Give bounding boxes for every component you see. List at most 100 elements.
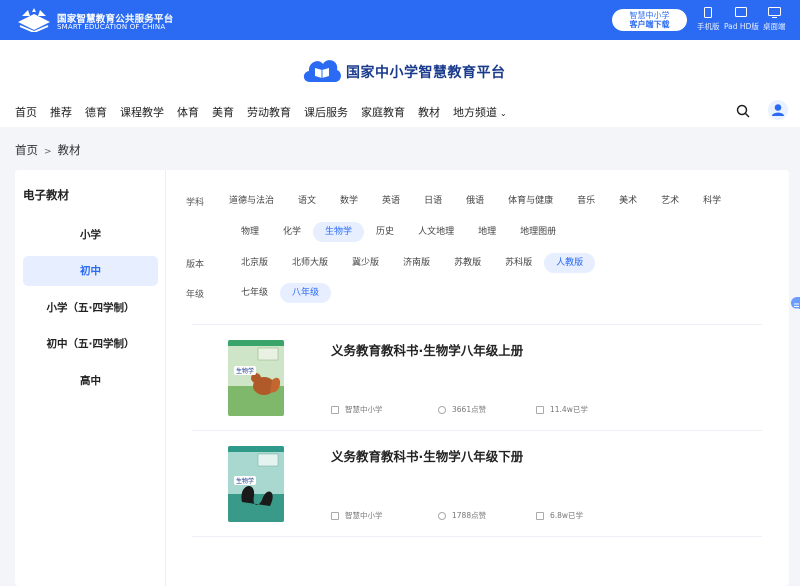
filter-subject[interactable]: 地理 xyxy=(466,222,508,242)
filter-grade-row: 年级 七年级 八年级 xyxy=(186,283,332,303)
likes-text: 1788点赞 xyxy=(452,511,487,520)
phone-icon xyxy=(704,7,713,18)
nav-sports[interactable]: 体育 xyxy=(177,104,199,120)
filter-edition-row: 版本 北京版 北师大版 冀少版 济南版 苏教版 苏科版 人教版 xyxy=(186,253,596,273)
device-desktop[interactable]: 桌面端 xyxy=(763,7,786,32)
side-float-toggle[interactable] xyxy=(791,297,800,310)
filter-subject[interactable]: 英语 xyxy=(370,191,412,211)
filter-edition[interactable]: 冀少版 xyxy=(340,253,391,273)
filter-subject[interactable]: 道德与法治 xyxy=(229,191,286,211)
desktop-icon xyxy=(767,7,781,18)
source-icon xyxy=(331,405,339,414)
list-divider xyxy=(192,324,762,325)
book-likes: 1788点赞 xyxy=(438,510,486,521)
source-text: 智慧中小学 xyxy=(345,405,383,414)
filter-subject[interactable]: 科学 xyxy=(691,191,733,211)
download-line1: 智慧中小学 xyxy=(629,11,670,20)
book-title[interactable]: 义务教育教科书·生物学八年级下册 xyxy=(331,446,523,465)
breadcrumb-home[interactable]: 首页 xyxy=(15,143,38,157)
learners-text: 6.8w已学 xyxy=(550,511,584,520)
org-name-en[interactable]: SMART EDUCATION OF CHINA xyxy=(57,23,165,31)
textbook-item[interactable]: 生物学 义务教育教科书·生物学八年级上册 智慧中小学 3661点赞 11.4w已… xyxy=(192,330,762,436)
filter-subject[interactable]: 体育与健康 xyxy=(496,191,565,211)
main-header: 国家中小学智慧教育平台 首页 推荐 德育 课程教学 体育 美育 劳动教育 课后服… xyxy=(0,40,800,127)
menu-lines-icon xyxy=(794,303,799,310)
main-nav: 首页 推荐 德育 课程教学 体育 美育 劳动教育 课后服务 家庭教育 教材 地方… xyxy=(15,104,520,120)
nav-moral[interactable]: 德育 xyxy=(85,104,107,120)
client-download-button[interactable]: 智慧中小学 客户端下载 xyxy=(612,9,687,31)
source-icon xyxy=(331,511,339,520)
sidebar-title: 电子教材 xyxy=(23,188,69,202)
filter-edition[interactable]: 苏科版 xyxy=(493,253,544,273)
book-cover[interactable]: 生物学 xyxy=(228,446,284,522)
breadcrumb: 首页 > 教材 xyxy=(15,142,81,158)
filter-grade[interactable]: 七年级 xyxy=(229,283,280,303)
stage-sidebar: 电子教材 小学 初中 小学（五·四学制） 初中（五·四学制） 高中 xyxy=(15,170,166,586)
learners-text: 11.4w已学 xyxy=(550,405,588,414)
book-title[interactable]: 义务教育教科书·生物学八年级上册 xyxy=(331,340,523,359)
source-text: 智慧中小学 xyxy=(345,511,383,520)
filter-grade-selected[interactable]: 八年级 xyxy=(280,283,332,303)
filter-edition-label: 版本 xyxy=(186,259,205,270)
sidebar-item-primary-54[interactable]: 小学（五·四学制） xyxy=(23,293,158,323)
filter-edition[interactable]: 北师大版 xyxy=(280,253,340,273)
filter-subject[interactable]: 物理 xyxy=(229,222,271,242)
platform-name: 国家中小学智慧教育平台 xyxy=(346,65,506,81)
smart-education-logo-icon[interactable] xyxy=(16,8,52,32)
textbook-panel: 电子教材 小学 初中 小学（五·四学制） 初中（五·四学制） 高中 学科 道德与… xyxy=(15,170,789,586)
breadcrumb-current: 教材 xyxy=(57,143,81,157)
nav-labor[interactable]: 劳动教育 xyxy=(247,104,291,120)
user-avatar[interactable] xyxy=(768,100,788,120)
device-pad[interactable]: Pad HD版 xyxy=(724,7,759,32)
filter-subject[interactable]: 人文地理 xyxy=(406,222,466,242)
filter-subject[interactable]: 音乐 xyxy=(565,191,607,211)
list-divider xyxy=(192,536,762,537)
sidebar-item-junior-54[interactable]: 初中（五·四学制） xyxy=(23,329,158,359)
device-phone[interactable]: 手机版 xyxy=(697,7,720,32)
book-cover-image-icon: 生物学 xyxy=(228,340,284,416)
book-learners: 11.4w已学 xyxy=(536,404,588,415)
search-icon[interactable] xyxy=(736,104,750,118)
sidebar-item-primary[interactable]: 小学 xyxy=(23,220,158,250)
book-cover-image-icon: 生物学 xyxy=(228,446,284,522)
cloud-book-logo-icon xyxy=(303,60,341,82)
book-likes: 3661点赞 xyxy=(438,404,486,415)
sidebar-item-senior[interactable]: 高中 xyxy=(23,366,158,396)
filter-edition[interactable]: 北京版 xyxy=(229,253,280,273)
list-divider xyxy=(192,430,762,431)
breadcrumb-separator: > xyxy=(44,147,52,157)
nav-after-school[interactable]: 课后服务 xyxy=(304,104,348,120)
filter-subject[interactable]: 艺术 xyxy=(649,191,691,211)
study-icon xyxy=(536,511,544,520)
nav-recommend[interactable]: 推荐 xyxy=(50,104,72,120)
filter-subject[interactable]: 俄语 xyxy=(454,191,496,211)
filter-edition[interactable]: 济南版 xyxy=(391,253,442,273)
textbook-item[interactable]: 生物学 义务教育教科书·生物学八年级下册 智慧中小学 1788点赞 6.8w已学 xyxy=(192,436,762,542)
device-label: 手机版 xyxy=(697,22,720,31)
filter-subject[interactable]: 数学 xyxy=(328,191,370,211)
nav-local-channel[interactable]: 地方频道 ⌄ xyxy=(453,104,507,120)
nav-textbooks[interactable]: 教材 xyxy=(418,104,440,120)
filter-subject[interactable]: 日语 xyxy=(412,191,454,211)
book-learners: 6.8w已学 xyxy=(536,510,583,521)
sidebar-item-junior[interactable]: 初中 xyxy=(23,256,158,286)
device-label: Pad HD版 xyxy=(724,22,759,31)
filter-subject[interactable]: 化学 xyxy=(271,222,313,242)
filter-edition-selected[interactable]: 人教版 xyxy=(544,253,596,273)
nav-arts[interactable]: 美育 xyxy=(212,104,234,120)
filter-edition[interactable]: 苏教版 xyxy=(442,253,493,273)
top-bar: 国家智慧教育公共服务平台 SMART EDUCATION OF CHINA 智慧… xyxy=(0,0,800,40)
thumbs-up-icon xyxy=(438,405,446,414)
filter-subject-label: 学科 xyxy=(186,197,205,208)
filter-subject[interactable]: 语文 xyxy=(286,191,328,211)
filter-subject[interactable]: 地理图册 xyxy=(508,222,568,242)
filter-subject[interactable]: 历史 xyxy=(364,222,406,242)
user-icon xyxy=(772,104,784,116)
book-cover[interactable]: 生物学 xyxy=(228,340,284,416)
nav-curriculum[interactable]: 课程教学 xyxy=(120,104,164,120)
nav-family[interactable]: 家庭教育 xyxy=(361,104,405,120)
nav-home[interactable]: 首页 xyxy=(15,104,37,120)
filter-subject[interactable]: 美术 xyxy=(607,191,649,211)
nav-local-label: 地方频道 xyxy=(453,106,497,119)
filter-subject-selected[interactable]: 生物学 xyxy=(313,222,365,242)
